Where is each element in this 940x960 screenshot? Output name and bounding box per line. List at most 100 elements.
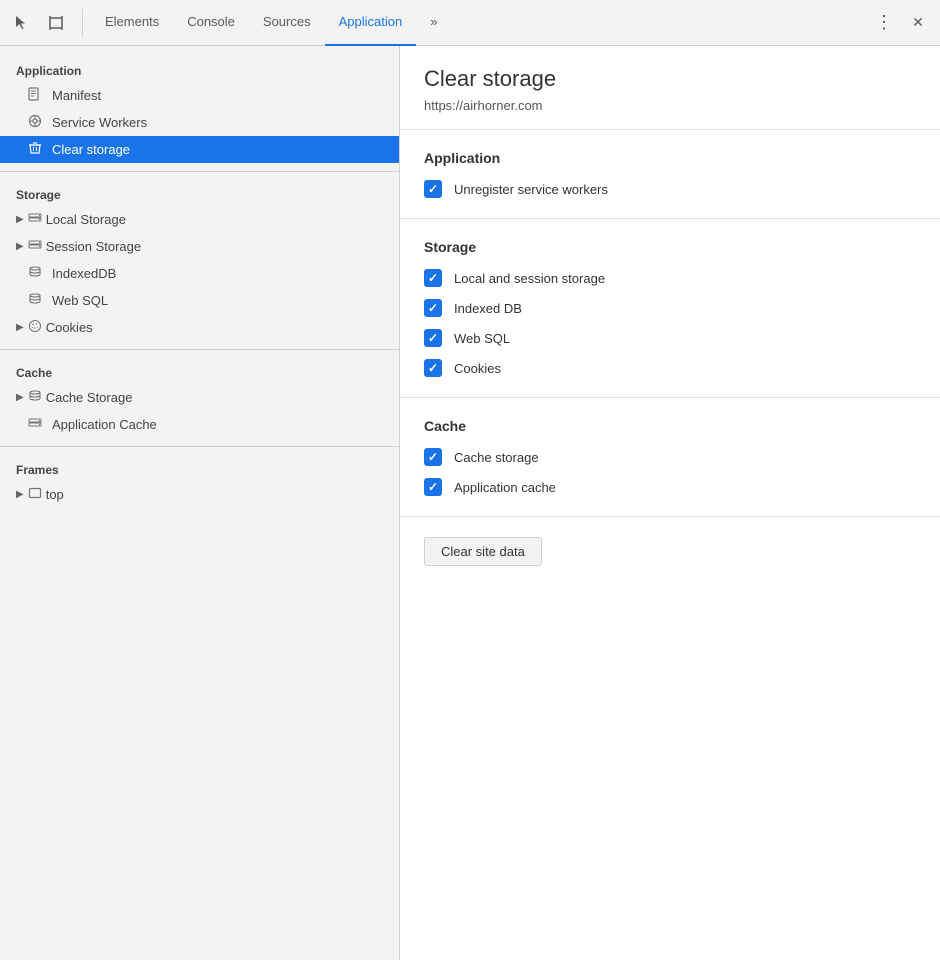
checkbox-label-web-sql: Web SQL xyxy=(454,331,510,346)
content-section-storage-title: Storage xyxy=(424,239,916,255)
sidebar-item-session-storage[interactable]: ▶ Session Storage xyxy=(0,233,399,260)
checkbox-unregister-sw[interactable]: ✓ xyxy=(424,180,442,198)
toolbar-icons-group xyxy=(8,9,83,37)
checkbox-label-unregister-sw: Unregister service workers xyxy=(454,182,608,197)
dots-icon xyxy=(875,12,893,33)
sidebar-item-cache-storage[interactable]: ▶ Cache Storage xyxy=(0,384,399,411)
inspect-element-button[interactable] xyxy=(42,9,70,37)
cache-storage-icon xyxy=(28,389,42,406)
checkmark-cookies: ✓ xyxy=(428,361,438,375)
checkbox-cache-storage[interactable]: ✓ xyxy=(424,448,442,466)
devtools-toolbar: Elements Console Sources Application » xyxy=(0,0,940,46)
checkbox-local-session[interactable]: ✓ xyxy=(424,269,442,287)
sidebar-item-session-storage-label: Session Storage xyxy=(46,239,141,254)
cookies-icon xyxy=(28,319,42,336)
divider-2 xyxy=(0,349,399,350)
checkmark-web-sql: ✓ xyxy=(428,331,438,345)
checkbox-cookies[interactable]: ✓ xyxy=(424,359,442,377)
sidebar-item-local-storage[interactable]: ▶ Local Storage xyxy=(0,206,399,233)
sidebar-item-top-label: top xyxy=(46,487,64,502)
checkmark-cache-storage: ✓ xyxy=(428,450,438,464)
expand-arrow-cache-storage: ▶ xyxy=(16,392,24,403)
indexeddb-icon xyxy=(28,265,42,282)
clear-button-section: Clear site data xyxy=(400,517,940,586)
sidebar-item-web-sql[interactable]: Web SQL xyxy=(0,287,399,314)
content-section-cache: Cache ✓ Cache storage ✓ Application cach… xyxy=(400,398,940,517)
sidebar-item-clear-storage[interactable]: Clear storage xyxy=(0,136,399,163)
expand-arrow-cookies: ▶ xyxy=(16,322,24,333)
expand-arrow-top: ▶ xyxy=(16,489,24,500)
frame-icon xyxy=(28,486,42,503)
checkmark-unregister-sw: ✓ xyxy=(428,182,438,196)
checkbox-row-app-cache: ✓ Application cache xyxy=(424,478,916,496)
content-url: https://airhorner.com xyxy=(424,98,916,113)
divider-3 xyxy=(0,446,399,447)
tab-sources[interactable]: Sources xyxy=(249,0,325,46)
tab-application[interactable]: Application xyxy=(325,0,417,46)
sidebar-item-cache-storage-label: Cache Storage xyxy=(46,390,133,405)
content-header: Clear storage https://airhorner.com xyxy=(400,46,940,130)
sidebar-item-cookies[interactable]: ▶ Cookies xyxy=(0,314,399,341)
sidebar-item-manifest-label: Manifest xyxy=(52,88,101,103)
checkbox-indexed-db[interactable]: ✓ xyxy=(424,299,442,317)
sidebar-item-manifest[interactable]: Manifest xyxy=(0,82,399,109)
checkbox-row-web-sql: ✓ Web SQL xyxy=(424,329,916,347)
sidebar-item-clear-storage-label: Clear storage xyxy=(52,142,130,157)
expand-arrow-local-storage: ▶ xyxy=(16,214,24,225)
checkmark-app-cache: ✓ xyxy=(428,480,438,494)
application-cache-icon xyxy=(28,416,42,433)
tab-elements[interactable]: Elements xyxy=(91,0,173,46)
main-layout: Application Manifest xyxy=(0,46,940,960)
checkbox-web-sql[interactable]: ✓ xyxy=(424,329,442,347)
sidebar-item-application-cache[interactable]: Application Cache xyxy=(0,411,399,438)
divider-1 xyxy=(0,171,399,172)
close-icon xyxy=(912,14,924,32)
checkbox-app-cache[interactable]: ✓ xyxy=(424,478,442,496)
content-section-application: Application ✓ Unregister service workers xyxy=(400,130,940,219)
clear-site-data-button[interactable]: Clear site data xyxy=(424,537,542,566)
checkbox-label-local-session: Local and session storage xyxy=(454,271,605,286)
sidebar-item-indexeddb[interactable]: IndexedDB xyxy=(0,260,399,287)
manifest-icon xyxy=(28,87,42,104)
sidebar-item-application-cache-label: Application Cache xyxy=(52,417,157,432)
content-section-application-title: Application xyxy=(424,150,916,166)
sidebar-item-indexeddb-label: IndexedDB xyxy=(52,266,116,281)
service-workers-icon xyxy=(28,114,42,131)
checkbox-row-local-session: ✓ Local and session storage xyxy=(424,269,916,287)
content-section-storage: Storage ✓ Local and session storage ✓ In… xyxy=(400,219,940,398)
sidebar-section-storage: Storage xyxy=(0,180,399,206)
tab-console[interactable]: Console xyxy=(173,0,249,46)
close-devtools-button[interactable] xyxy=(904,9,932,37)
checkbox-label-cache-storage: Cache storage xyxy=(454,450,539,465)
local-storage-icon xyxy=(28,211,42,228)
session-storage-icon xyxy=(28,238,42,255)
sidebar-item-service-workers[interactable]: Service Workers xyxy=(0,109,399,136)
checkbox-label-indexed-db: Indexed DB xyxy=(454,301,522,316)
more-options-button[interactable] xyxy=(870,9,898,37)
sidebar-section-frames: Frames xyxy=(0,455,399,481)
content-section-cache-title: Cache xyxy=(424,418,916,434)
sidebar-item-cookies-label: Cookies xyxy=(46,320,93,335)
checkbox-row-cookies: ✓ Cookies xyxy=(424,359,916,377)
sidebar-item-web-sql-label: Web SQL xyxy=(52,293,108,308)
sidebar-item-local-storage-label: Local Storage xyxy=(46,212,126,227)
checkmark-local-session: ✓ xyxy=(428,271,438,285)
checkmark-indexed-db: ✓ xyxy=(428,301,438,315)
expand-arrow-session-storage: ▶ xyxy=(16,241,24,252)
clear-storage-icon xyxy=(28,141,42,158)
sidebar-section-cache: Cache xyxy=(0,358,399,384)
content-title: Clear storage xyxy=(424,66,916,92)
checkbox-row-cache-storage: ✓ Cache storage xyxy=(424,448,916,466)
checkbox-label-cookies: Cookies xyxy=(454,361,501,376)
checkbox-row-unregister-sw: ✓ Unregister service workers xyxy=(424,180,916,198)
sidebar: Application Manifest xyxy=(0,46,400,960)
toolbar-right-group xyxy=(870,9,932,37)
cursor-tool-button[interactable] xyxy=(8,9,36,37)
devtools-tabs: Elements Console Sources Application » xyxy=(91,0,866,46)
sidebar-item-top-frame[interactable]: ▶ top xyxy=(0,481,399,508)
web-sql-icon xyxy=(28,292,42,309)
checkbox-row-indexed-db: ✓ Indexed DB xyxy=(424,299,916,317)
sidebar-item-service-workers-label: Service Workers xyxy=(52,115,147,130)
checkbox-label-app-cache: Application cache xyxy=(454,480,556,495)
tab-more[interactable]: » xyxy=(416,0,451,46)
